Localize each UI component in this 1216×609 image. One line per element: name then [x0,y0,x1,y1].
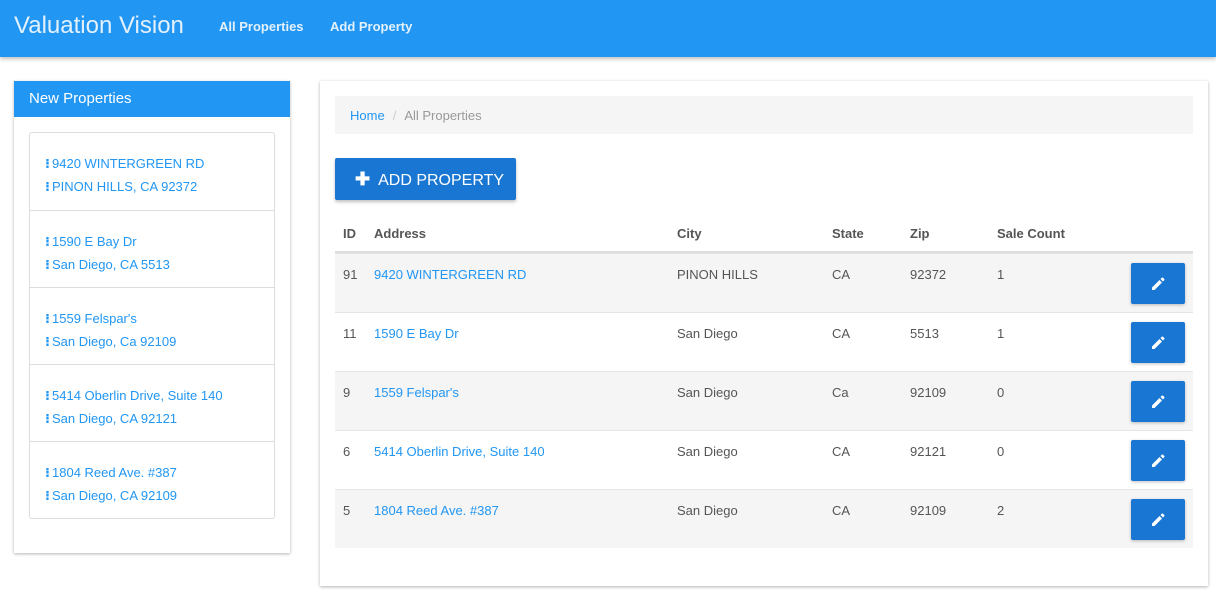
edit-button[interactable] [1131,263,1185,304]
column-header-id[interactable]: ID [343,226,356,241]
pencil-icon [1152,336,1165,349]
nav-all-properties[interactable]: All Properties [219,19,304,34]
cell-address-link[interactable]: 9420 WINTERGREEN RD [374,267,526,282]
property-street[interactable]: 1590 E Bay Dr [52,234,137,249]
map-marker-icon: ⁝ [45,388,50,403]
table-row: 11 1590 E Bay Dr San Diego CA 5513 1 [335,312,1193,371]
property-city-line[interactable]: San Diego, Ca 92109 [52,334,176,349]
cell-sale-count: 1 [997,267,1005,282]
cell-sale-count: 1 [997,326,1005,341]
pencil-icon [1152,513,1165,526]
plus-icon: ✚ [355,168,371,189]
cell-id: 9 [343,385,351,400]
property-city-line[interactable]: San Diego, CA 92109 [52,488,177,503]
map-marker-icon: ⁝ [45,179,50,194]
map-marker-icon: ⁝ [45,156,50,171]
add-property-button[interactable]: ✚ ADD PROPERTY [335,158,516,200]
table-row: 6 5414 Oberlin Drive, Suite 140 San Dieg… [335,430,1193,489]
map-marker-icon: ⁝ [45,257,50,272]
column-header-state[interactable]: State [832,226,864,241]
cell-id: 5 [343,503,351,518]
breadcrumb-separator: / [392,108,397,123]
new-property-item[interactable]: ⁝ 9420 WINTERGREEN RD ⁝ PINON HILLS, CA 92… [30,133,274,210]
cell-state: CA [832,444,851,459]
property-city-line[interactable]: San Diego, CA 92121 [52,411,177,426]
cell-city: San Diego [677,503,738,518]
pencil-icon [1152,277,1165,290]
property-street[interactable]: 1804 Reed Ave. #387 [52,465,177,480]
column-header-city[interactable]: City [677,226,702,241]
cell-sale-count: 0 [997,385,1005,400]
all-properties-panel: Home / All Properties ✚ ADD PROPERTY ID Add… [320,81,1208,586]
column-header-sale-count[interactable]: Sale Count [997,226,1065,241]
cell-state: CA [832,267,851,282]
cell-id: 91 [343,267,358,282]
new-property-item[interactable]: ⁝ 5414 Oberlin Drive, Suite 140 ⁝ San Dieg… [30,364,274,441]
cell-city: San Diego [677,385,738,400]
cell-id: 11 [343,326,357,341]
add-property-label: ADD PROPERTY [378,171,505,189]
edit-button[interactable] [1131,499,1185,540]
map-marker-icon: ⁝ [45,311,50,326]
cell-zip: 92109 [910,385,947,400]
cell-city: San Diego [677,326,738,341]
property-street[interactable]: 9420 WINTERGREEN RD [52,156,204,171]
cell-id: 6 [343,444,351,459]
new-property-item[interactable]: ⁝ 1559 Felspar's ⁝ San Diego, Ca 92109 [30,287,274,364]
cell-zip: 5513 [910,326,939,341]
table-row: 5 1804 Reed Ave. #387 San Diego CA 92109… [335,489,1193,548]
cell-sale-count: 2 [997,503,1005,518]
cell-city: San Diego [677,444,738,459]
edit-button[interactable] [1131,322,1185,363]
column-header-address[interactable]: Address [374,226,426,241]
map-marker-icon: ⁝ [45,488,50,503]
brand-title[interactable]: Valuation Vision [14,12,184,40]
map-marker-icon: ⁝ [45,234,50,249]
pencil-icon [1152,454,1165,467]
edit-button[interactable] [1131,381,1185,422]
property-city-line[interactable]: PINON HILLS, CA 92372 [52,179,197,194]
breadcrumb-home-link[interactable]: Home [350,108,385,123]
cell-state: CA [832,326,851,341]
map-marker-icon: ⁝ [45,334,50,349]
new-property-item[interactable]: ⁝ 1804 Reed Ave. #387 ⁝ San Diego, CA 9210… [30,441,274,518]
new-properties-list: ⁝ 9420 WINTERGREEN RD ⁝ PINON HILLS, CA 92… [29,132,275,519]
properties-table: ID Address City State Zip Sale Count 91 … [335,212,1193,548]
breadcrumb-current: All Properties [404,108,482,123]
cell-zip: 92121 [910,444,947,459]
table-row: 9 1559 Felspar's San Diego Ca 92109 0 [335,371,1193,430]
cell-city: PINON HILLS [677,267,758,282]
property-street[interactable]: 5414 Oberlin Drive, Suite 140 [52,388,223,403]
cell-zip: 92109 [910,503,947,518]
map-marker-icon: ⁝ [45,411,50,426]
top-navbar: Valuation Vision All Properties Add Prop… [0,0,1216,57]
table-row: 91 9420 WINTERGREEN RD PINON HILLS CA 92… [335,253,1193,312]
cell-address-link[interactable]: 1804 Reed Ave. #387 [374,503,499,518]
cell-address-link[interactable]: 1590 E Bay Dr [374,326,459,341]
property-street[interactable]: 1559 Felspar's [52,311,137,326]
cell-zip: 92372 [910,267,947,282]
column-header-zip[interactable]: Zip [910,226,930,241]
table-header: ID Address City State Zip Sale Count [335,212,1193,253]
cell-state: CA [832,503,851,518]
new-properties-panel: New Properties ⁝ 9420 WINTERGREEN RD ⁝ PIN… [14,81,290,553]
nav-add-property[interactable]: Add Property [330,19,412,34]
breadcrumb: Home / All Properties [335,96,1193,134]
cell-sale-count: 0 [997,444,1005,459]
new-property-item[interactable]: ⁝ 1590 E Bay Dr ⁝ San Diego, CA 5513 [30,210,274,287]
cell-address-link[interactable]: 1559 Felspar's [374,385,459,400]
edit-button[interactable] [1131,440,1185,481]
map-marker-icon: ⁝ [45,465,50,480]
cell-address-link[interactable]: 5414 Oberlin Drive, Suite 140 [374,444,545,459]
property-city-line[interactable]: San Diego, CA 5513 [52,257,170,272]
new-properties-title: New Properties [14,81,290,117]
pencil-icon [1152,395,1165,408]
cell-state: Ca [832,385,849,400]
